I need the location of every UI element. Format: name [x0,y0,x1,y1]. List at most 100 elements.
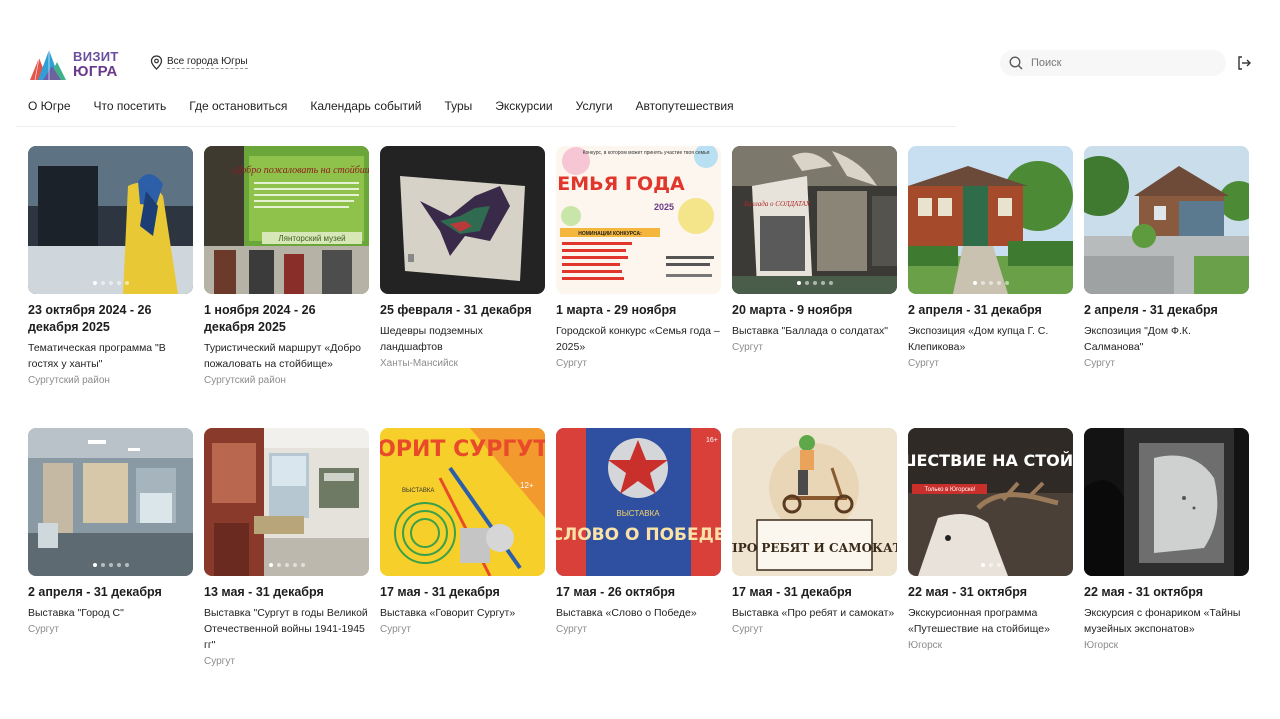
event-card[interactable]: ПУТЕШЕСТВИЕ НА СТОЙБИЩЕ Только в Югорске… [908,428,1073,669]
event-image[interactable] [1084,146,1249,294]
poster-text-1: ПУТЕШЕСТВИЕ НА СТОЙБИЩЕ [908,451,1073,470]
event-image[interactable]: Баллада о СОЛДАТАХ [732,146,897,294]
event-place: Сургут [28,624,59,635]
poster-text-4: НОМИНАЦИИ КОНКУРСА: [578,231,642,237]
event-image[interactable]: ГОВОРИТ СУРГУТ ВЫСТАВКА 12+ [380,428,545,576]
event-image[interactable] [204,428,369,576]
mountains-logo-icon [30,50,66,81]
poster-text-1: «Добро пожаловать на стойбище» [230,165,369,176]
event-title: Туристический маршрут «Добро пожаловать … [204,342,362,370]
poster-text-2: Только в Югорске! [924,487,975,493]
event-card[interactable]: ПРО РЕБЯТ И САМОКАТ 17 мая - 31 декабря … [732,428,897,669]
slovo-o-pobede-poster: 16+ ВЫСТАВКА СЛОВО О ПОБЕДЕ [556,428,721,576]
carousel-dots [28,563,193,567]
poster-text-2: Лянторский музей [278,234,345,243]
site-logo[interactable]: ВИЗИТ ЮГРА [28,44,128,84]
mineral-art-photo [380,146,545,294]
carousel-dots [204,563,369,567]
event-date: 17 мая - 26 октября [556,585,675,599]
search-bar[interactable] [1000,50,1226,76]
event-card[interactable]: 2 апреля - 31 декабря Экспозиция "Дом Ф.… [1084,146,1249,412]
events-row: 23 октября 2024 - 26 декабря 2025 Темати… [28,146,1252,412]
poster-text-1: Конкурс, в котором может принять участие… [583,150,710,156]
event-image[interactable] [28,146,193,294]
site-header: ВИЗИТ ЮГРА Все города Югры О Югре Что по… [0,0,1280,128]
exhibition-hall-photo: Баллада о СОЛДАТАХ [732,146,897,294]
event-image[interactable]: Конкурс, в котором может принять участие… [556,146,721,294]
poster-text-1: ВЫСТАВКА [616,509,660,518]
event-title: Выставка "Город С" [28,607,124,619]
carousel-dots [908,563,1073,567]
nav-events-calendar[interactable]: Календарь событий [310,99,421,113]
event-place: Сургут [732,624,763,635]
event-card[interactable]: 25 февраля - 31 декабря Шедевры подземны… [380,146,545,412]
event-image[interactable] [1084,428,1249,576]
event-card[interactable]: 2 апреля - 31 декабря Выставка "Город С"… [28,428,193,669]
event-image[interactable]: «Добро пожаловать на стойбище» Лянторски… [204,146,369,294]
nav-services[interactable]: Услуги [576,99,613,113]
event-place: Сургутский район [28,375,110,386]
event-card[interactable]: 13 мая - 31 декабря Выставка "Сургут в г… [204,428,369,669]
event-date: 23 октября 2024 - 26 декабря 2025 [28,303,152,334]
dark-winter-photo [28,146,193,294]
nav-what-to-visit[interactable]: Что посетить [94,99,167,113]
nav-tours[interactable]: Туры [444,99,472,113]
event-place: Югорск [908,640,943,651]
city-selector[interactable]: Все города Югры [150,55,248,70]
event-image[interactable]: ПУТЕШЕСТВИЕ НА СТОЙБИЩЕ Только в Югорске… [908,428,1073,576]
event-title: Выставка "Сургут в годы Великой Отечеств… [204,607,368,651]
event-date: 1 ноября 2024 - 26 декабря 2025 [204,303,316,334]
event-date: 17 мая - 31 декабря [380,585,500,599]
poster-text-3: 2025 [654,202,674,212]
event-title: Городской конкурс «Семья года – 2025» [556,325,720,353]
search-input[interactable] [1031,57,1211,69]
event-place: Сургут [556,624,587,635]
poster-text-2: СЕМЬЯ ГОДА [556,173,685,195]
event-card[interactable]: «Добро пожаловать на стойбище» Лянторски… [204,146,369,412]
museum-hall-photo [28,428,193,576]
event-card[interactable]: ГОВОРИТ СУРГУТ ВЫСТАВКА 12+ 17 мая - 31 … [380,428,545,669]
poster-text-1: ГОВОРИТ СУРГУТ [380,437,545,462]
flashlight-photo [1084,428,1249,576]
event-date: 22 мая - 31 октября [908,585,1027,599]
nav-excursions[interactable]: Экскурсии [495,99,552,113]
login-icon[interactable] [1236,55,1252,71]
scooter-poster: ПРО РЕБЯТ И САМОКАТ [732,428,897,576]
carousel-dots [28,281,193,285]
exhibition-room-photo [204,428,369,576]
event-image[interactable]: ПРО РЕБЯТ И САМОКАТ [732,428,897,576]
event-title: Экспозиция «Дом купца Г. С. Клепикова» [908,325,1049,353]
event-date: 2 апреля - 31 декабря [28,585,162,599]
event-image[interactable] [380,146,545,294]
event-date: 2 апреля - 31 декабря [908,303,1042,317]
event-card[interactable]: Конкурс, в котором может принять участие… [556,146,721,412]
event-card[interactable]: Баллада о СОЛДАТАХ 20 марта - 9 ноября В… [732,146,897,412]
carousel-dots [732,281,897,285]
event-title: Выставка «Слово о Победе» [556,607,697,619]
event-place: Сургут [732,342,763,353]
nav-road-trips[interactable]: Автопутешествия [636,99,734,113]
event-card[interactable]: 23 октября 2024 - 26 декабря 2025 Темати… [28,146,193,412]
logo-line1: ВИЗИТ [73,49,119,64]
city-label: Все города Югры [167,56,248,69]
nav-about-yugra[interactable]: О Югре [28,99,71,113]
event-place: Югорск [1084,640,1119,651]
event-title: Тематическая программа "В гостях у ханты… [28,342,166,370]
event-title: Выставка «Говорит Сургут» [380,607,516,619]
event-image[interactable] [908,146,1073,294]
nav-where-to-stay[interactable]: Где остановиться [189,99,287,113]
event-title: Шедевры подземных ландшафтов [380,325,483,353]
event-card[interactable]: 16+ ВЫСТАВКА СЛОВО О ПОБЕДЕ 17 мая - 26 … [556,428,721,669]
logo-line2: ЮГРА [73,63,118,80]
event-card[interactable]: 2 апреля - 31 декабря Экспозиция «Дом ку… [908,146,1073,412]
green-poster-photo: «Добро пожаловать на стойбище» Лянторски… [204,146,369,294]
event-title: Выставка "Баллада о солдатах" [732,325,889,337]
event-image[interactable]: 16+ ВЫСТАВКА СЛОВО О ПОБЕДЕ [556,428,721,576]
poster-text-2: ВЫСТАВКА [402,488,434,494]
event-place: Сургут [908,358,939,369]
event-card[interactable]: 22 мая - 31 октября Экскурсия с фонарико… [1084,428,1249,669]
poster-text-2: СЛОВО О ПОБЕДЕ [556,525,721,545]
events-row: 2 апреля - 31 декабря Выставка "Город С"… [28,428,1252,669]
main-nav: О Югре Что посетить Где остановиться Кал… [28,99,757,113]
event-image[interactable] [28,428,193,576]
